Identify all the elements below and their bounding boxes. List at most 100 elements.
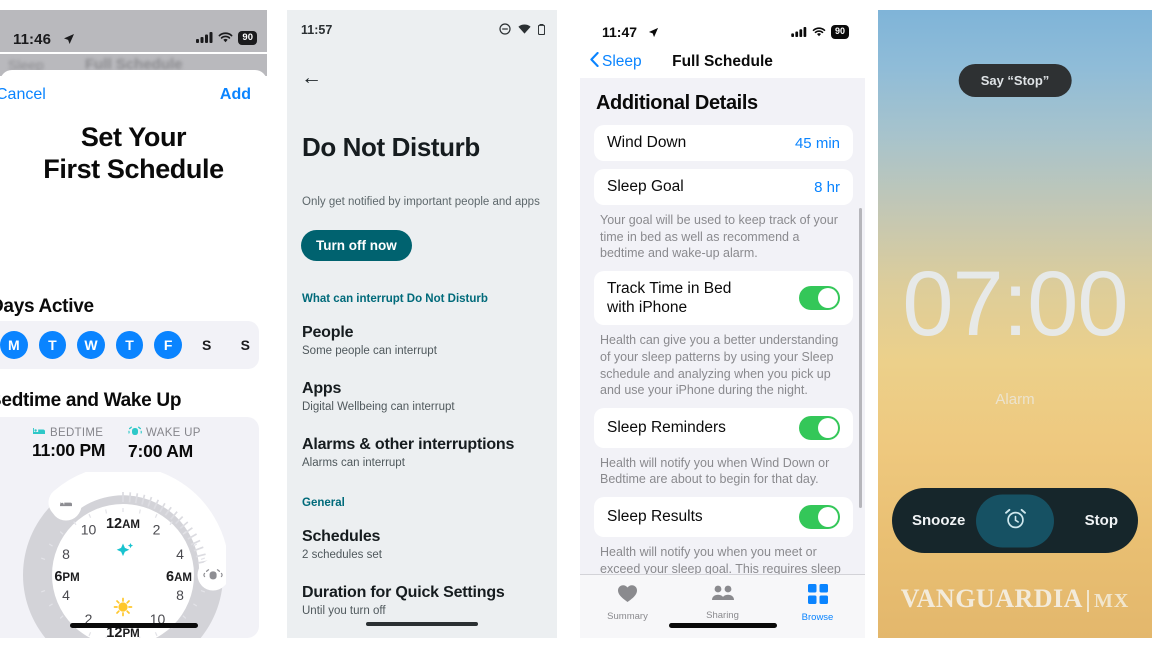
- alarm-label: Alarm: [995, 391, 1035, 408]
- row-title: People: [302, 324, 354, 341]
- settings-row-schedules[interactable]: Schedules 2 schedules set: [302, 528, 543, 561]
- toggle-sleep-reminders[interactable]: [799, 415, 840, 440]
- row-subtitle: Alarms can interrupt: [302, 457, 405, 469]
- sleep-schedule-dial-wrapper[interactable]: 12AM 2 4 6AM 8 10 12PM 2 4 6PM 8 10: [0, 472, 259, 638]
- day-toggle-mon[interactable]: M: [0, 331, 28, 359]
- row-sleep-reminders[interactable]: Sleep Reminders: [594, 407, 853, 448]
- note-sleep-reminders: Health will notify you when Wind Down or…: [600, 455, 830, 487]
- modal-sheet: Cancel Add Set Your First Schedule Days …: [0, 70, 267, 638]
- wifi-icon: [812, 27, 826, 37]
- bedtime-wakeup-heading: Bedtime and Wake Up: [0, 390, 182, 411]
- home-indicator: [668, 623, 777, 628]
- tab-label: Summary: [607, 611, 648, 622]
- location-arrow-icon: [63, 32, 75, 50]
- settings-row-apps[interactable]: Apps Digital Wellbeing can interrupt: [302, 380, 543, 413]
- row-value: 8 hr: [814, 178, 840, 196]
- row-label: Wind Down: [607, 134, 687, 152]
- row-title: Alarms & other interruptions: [302, 436, 515, 453]
- alarm-clock-icon: [1004, 506, 1027, 535]
- wifi-icon: [218, 32, 233, 43]
- settings-scroll-area[interactable]: Additional Details Wind Down 45 min Slee…: [580, 78, 865, 574]
- day-toggle-thu[interactable]: T: [115, 331, 144, 359]
- alarm-slider-knob[interactable]: [976, 494, 1054, 547]
- say-stop-pill: Say “Stop”: [958, 64, 1072, 97]
- dial-label-12am: 12AM: [105, 516, 139, 532]
- day-toggle-fri[interactable]: F: [154, 331, 182, 359]
- row-label: Sleep Goal: [607, 178, 684, 196]
- screenshot-stage: 11:46 90 Sleep Full Schedule Cancel Add …: [0, 0, 1152, 648]
- row-sleep-results[interactable]: Sleep Results: [594, 497, 853, 538]
- stop-button[interactable]: Stop: [1085, 512, 1118, 529]
- day-toggle-tue[interactable]: T: [38, 331, 67, 359]
- settings-row-duration[interactable]: Duration for Quick Settings Until you tu…: [302, 584, 543, 617]
- settings-row-people[interactable]: People Some people can interrupt: [302, 324, 543, 357]
- battery-icon: [538, 23, 545, 35]
- settings-row-alarms[interactable]: Alarms & other interruptions Alarms can …: [302, 436, 543, 469]
- row-track-time-in-bed[interactable]: Track Time in Bed with iPhone: [594, 270, 853, 326]
- status-bar-time: 11:46: [13, 31, 52, 48]
- status-bar-indicators: [499, 23, 545, 35]
- bed-icon: [32, 426, 46, 439]
- days-active-selector[interactable]: M T W T F S S: [0, 321, 259, 369]
- group-heading-general: General: [302, 497, 345, 509]
- dial-label-8pm: 8: [62, 546, 70, 562]
- add-button[interactable]: Add: [220, 86, 251, 104]
- sun-icon: [113, 597, 132, 617]
- page-title-line-1: Set Your: [80, 122, 187, 152]
- row-label-line-2: with iPhone: [607, 299, 688, 317]
- day-toggle-wed[interactable]: W: [77, 331, 105, 359]
- page-title: Set Your First Schedule: [0, 122, 267, 186]
- alarm-control-bar[interactable]: Snooze Stop: [892, 488, 1138, 553]
- turn-off-now-button[interactable]: Turn off now: [301, 230, 412, 261]
- toggle-sleep-results[interactable]: [799, 505, 840, 530]
- home-indicator: [366, 622, 478, 626]
- heart-icon: [617, 584, 638, 608]
- dial-label-10pm: 10: [80, 522, 96, 538]
- row-sleep-goal[interactable]: Sleep Goal 8 hr: [594, 169, 853, 205]
- note-track-time: Health can give you a better understandi…: [600, 333, 839, 398]
- alarm-bell-icon: [128, 426, 142, 440]
- dial-label-8am: 8: [176, 587, 184, 603]
- tab-bar: Summary Sharing Browse: [580, 574, 865, 638]
- bedtime-handle: [50, 489, 81, 521]
- row-title: Duration for Quick Settings: [302, 584, 505, 601]
- navigation-bar: Sleep Full Schedule: [580, 44, 865, 78]
- scrollbar[interactable]: [859, 208, 862, 508]
- days-active-heading: Days Active: [0, 296, 94, 317]
- row-label-line-1: Track Time in Bed: [607, 279, 732, 297]
- status-bar: 11:57: [287, 10, 557, 44]
- dial-label-6pm: 6PM: [54, 569, 79, 585]
- cancel-button[interactable]: Cancel: [0, 86, 46, 104]
- note-sleep-results: Health will notify you when you meet or …: [600, 545, 841, 574]
- dial-label-4pm: 4: [62, 587, 70, 603]
- cellular-icon: [791, 26, 807, 37]
- row-subtitle: Some people can interrupt: [302, 345, 437, 357]
- panel-ios-sleep-full-schedule: 11:47 90 Sleep Full Schedule Additional …: [580, 10, 865, 638]
- bedtime-column: BEDTIME 11:00 PM: [32, 426, 106, 461]
- row-wind-down[interactable]: Wind Down 45 min: [594, 125, 853, 161]
- tab-browse[interactable]: Browse: [770, 575, 865, 638]
- snooze-button[interactable]: Snooze: [912, 512, 965, 529]
- sleep-schedule-dial[interactable]: 12AM 2 4 6AM 8 10 12PM 2 4 6PM 8 10: [20, 472, 226, 638]
- tab-label: Sharing: [706, 610, 739, 621]
- location-arrow-icon: [648, 25, 659, 43]
- day-toggle-sat[interactable]: S: [193, 331, 221, 359]
- tab-sharing[interactable]: Sharing: [675, 575, 770, 638]
- toggle-track-time-in-bed[interactable]: [799, 286, 840, 311]
- bedtime-wakeup-card: BEDTIME 11:00 PM WAKE UP 7:00 AM 12AM 2 …: [0, 417, 259, 638]
- bedtime-label-row: BEDTIME: [32, 426, 105, 439]
- dial-label-2am: 2: [152, 522, 160, 538]
- tab-summary[interactable]: Summary: [580, 575, 675, 638]
- battery-icon: 90: [830, 25, 849, 39]
- alarm-time: 07:00: [902, 253, 1128, 355]
- status-bar-indicators: 90: [791, 25, 849, 39]
- status-bar-indicators: 90: [196, 31, 257, 45]
- back-arrow-icon[interactable]: ←: [301, 67, 322, 88]
- wakeup-label: WAKE UP: [146, 427, 201, 439]
- day-toggle-sun[interactable]: S: [231, 331, 259, 359]
- tab-label: Browse: [801, 612, 834, 623]
- dial-label-6am: 6AM: [166, 569, 192, 585]
- wakeup-label-row: WAKE UP: [128, 426, 201, 440]
- wifi-icon: [518, 24, 531, 34]
- status-bar: 11:47 90: [580, 10, 865, 44]
